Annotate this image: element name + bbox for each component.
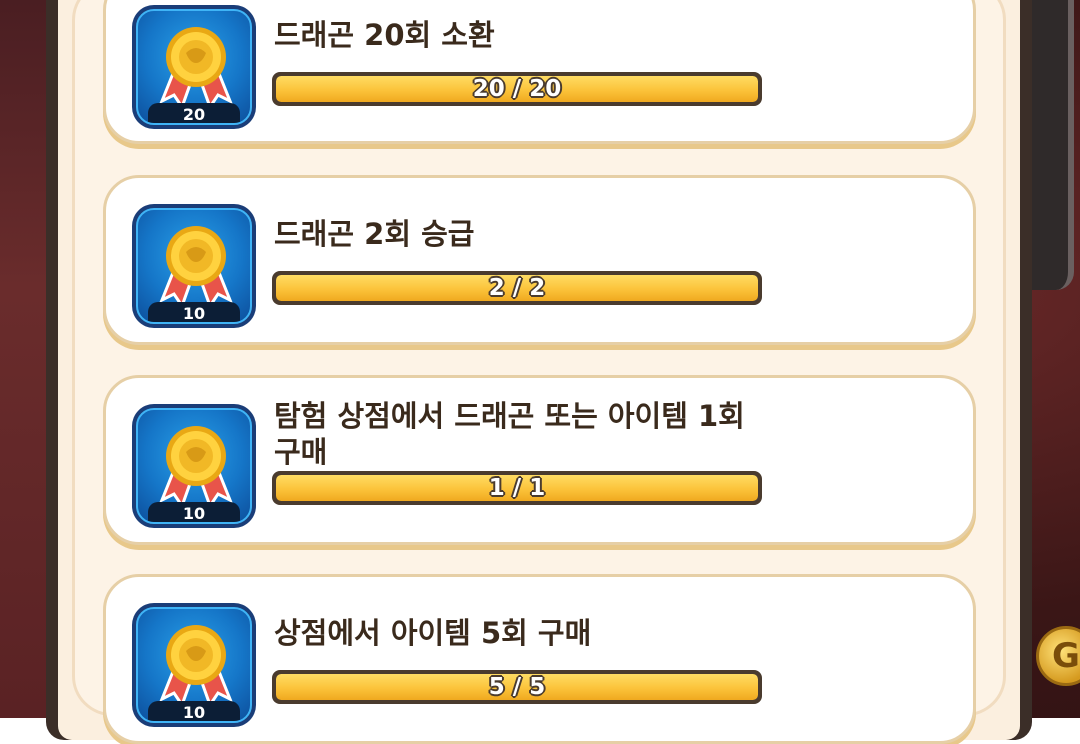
reward-badge: 10: [132, 204, 256, 328]
reward-count: 10: [148, 701, 240, 721]
mission-title: 드래곤 20회 소환: [274, 18, 495, 52]
reward-badge: 20: [132, 5, 256, 129]
gold-medal-icon: [159, 226, 233, 310]
reward-count: 10: [148, 302, 240, 322]
progress-bar: 5 / 5: [272, 670, 762, 704]
reward-badge: 10: [132, 404, 256, 528]
mission-card[interactable]: 10 드래곤 2회 승급 2 / 2: [103, 175, 976, 345]
mission-card[interactable]: 20 드래곤 20회 소환 20 / 20: [103, 0, 976, 144]
progress-text: 5 / 5: [488, 674, 546, 700]
gold-medal-icon: [159, 625, 233, 709]
mission-title-line2: 구매: [274, 435, 328, 469]
progress-text: 1 / 1: [488, 475, 546, 501]
progress-bar: 20 / 20: [272, 72, 762, 106]
gold-medal-icon: [159, 426, 233, 510]
progress-text: 20 / 20: [472, 76, 562, 102]
reward-badge: 10: [132, 603, 256, 727]
mission-card[interactable]: 10 탐험 상점에서 드래곤 또는 아이템 1회 구매 1 / 1: [103, 375, 976, 545]
mission-card[interactable]: 10 상점에서 아이템 5회 구매 5 / 5: [103, 574, 976, 744]
progress-bar: 1 / 1: [272, 471, 762, 505]
gold-medal-icon: [159, 27, 233, 111]
reward-count: 10: [148, 502, 240, 522]
progress-bar: 2 / 2: [272, 271, 762, 305]
mission-title: 드래곤 2회 승급: [274, 217, 475, 251]
reward-count: 20: [148, 103, 240, 123]
mission-title: 상점에서 아이템 5회 구매: [274, 616, 592, 650]
progress-text: 2 / 2: [488, 275, 546, 301]
mission-title-line1: 탐험 상점에서 드래곤 또는 아이템 1회: [274, 399, 745, 433]
background-side-panel: [1028, 0, 1074, 290]
